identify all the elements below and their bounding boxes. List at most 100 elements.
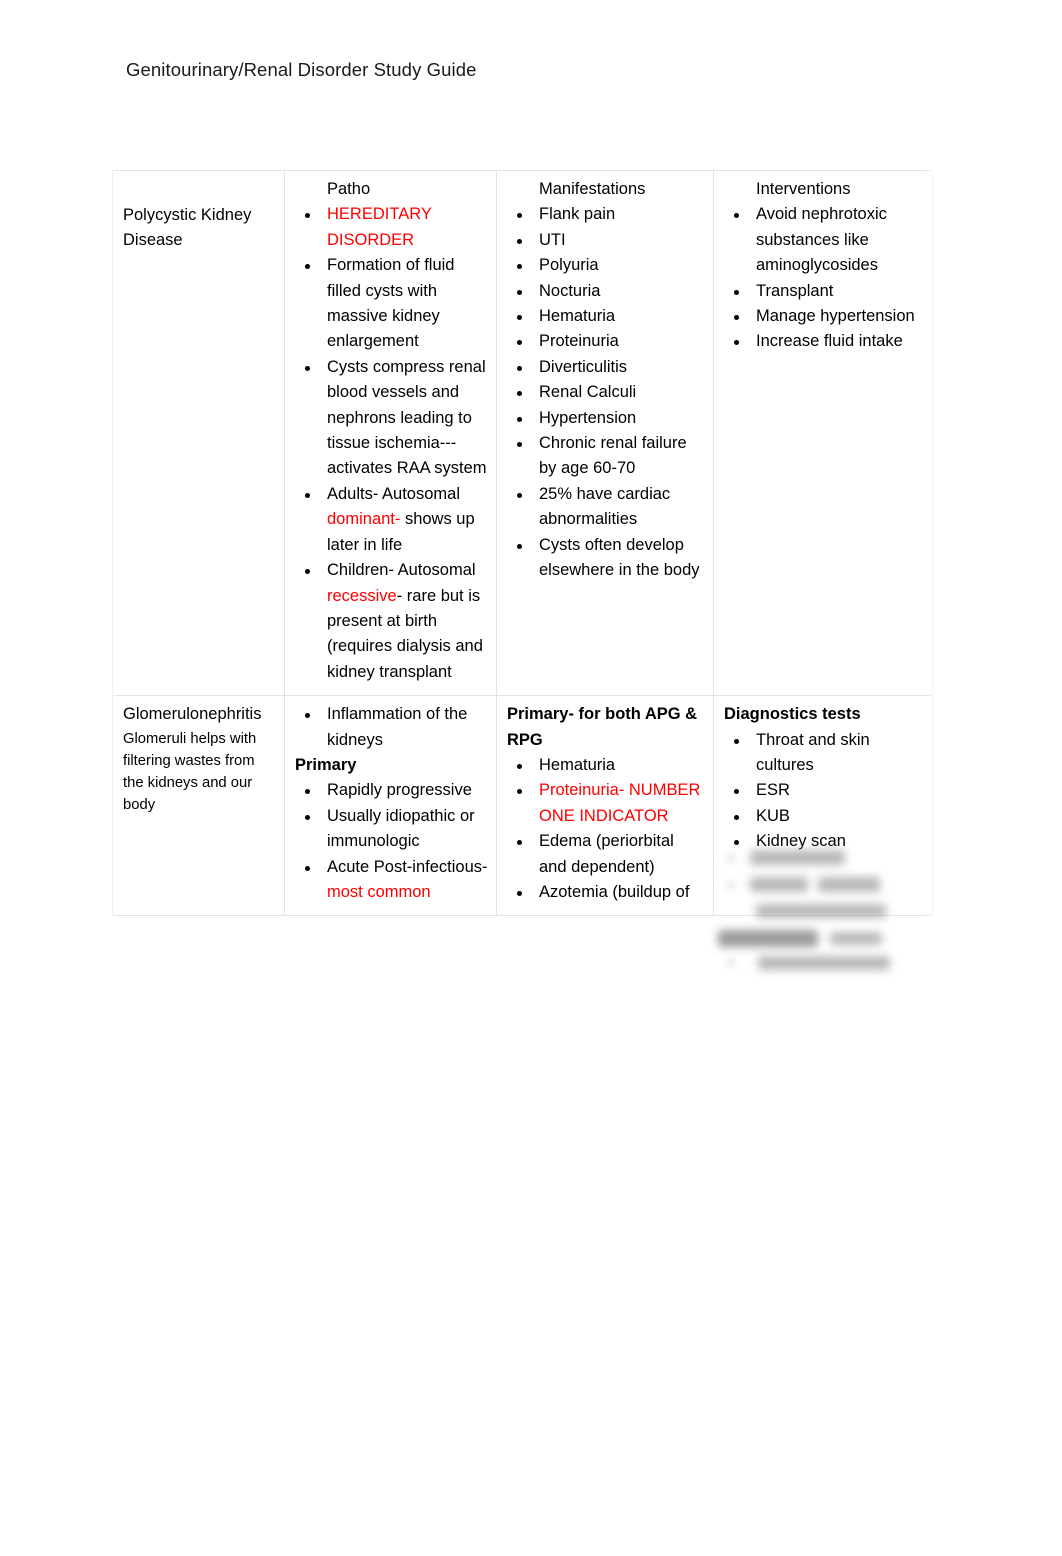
bullet-text: Cysts compress renal blood vessels and n…: [327, 357, 487, 478]
bullet-text: Cysts often develop elsewhere in the bod…: [539, 535, 700, 580]
bullet-text: Adults- Autosomal: [327, 484, 460, 503]
cell-diagnostics: Diagnostics tests Throat and skin cultur…: [713, 695, 933, 971]
cell-patho: Patho HEREDITARY DISORDER Formation of f…: [284, 169, 497, 697]
bullet-text-proteinuria-indicator: Proteinuria- NUMBER ONE INDICATOR: [539, 781, 701, 825]
list-item: UTI: [507, 228, 705, 253]
bullet-text: Renal Calculi: [539, 383, 637, 402]
patho-bullet-list: HEREDITARY DISORDER Formation of fluid f…: [295, 202, 488, 685]
list-item: Nocturia: [507, 279, 705, 304]
list-item: Diverticulitis: [507, 355, 705, 380]
list-item: Manage hypertension: [724, 304, 924, 329]
manifestations-bullet-list: Hematuria Proteinuria- NUMBER ONE INDICA…: [507, 753, 705, 905]
bullet-text: Rapidly progressive: [327, 781, 472, 800]
page-title: Genitourinary/Renal Disorder Study Guide: [126, 59, 477, 80]
patho-lead-bullet-list: Inflammation of the kidneys: [295, 702, 488, 753]
table-row: Polycystic Kidney Disease Patho HEREDITA…: [112, 169, 933, 697]
bullet-emphasis-recessive: recessive: [327, 586, 397, 605]
list-item: Chronic renal failure by age 60-70: [507, 431, 705, 482]
table-row: Glomerulonephritis Glomeruli helps with …: [112, 695, 933, 971]
bullet-text: ESR: [756, 781, 790, 800]
list-item: Rapidly progressive: [295, 778, 488, 803]
bullet-text: Inflammation of the kidneys: [327, 705, 468, 749]
bullet-text: Transplant: [756, 281, 834, 300]
bullet-text: Throat and skin cultures: [756, 730, 870, 774]
list-item: Proteinuria: [507, 329, 705, 354]
list-item: Formation of fluid filled cysts with mas…: [295, 253, 488, 355]
study-guide-table: Polycystic Kidney Disease Patho HEREDITA…: [112, 169, 933, 971]
patho-bullet-list: Rapidly progressive Usually idiopathic o…: [295, 778, 488, 905]
bullet-text: Hematuria: [539, 755, 616, 774]
patho-subheading-primary: Primary: [295, 755, 357, 774]
column-header-manifestations: Manifestations: [539, 180, 646, 198]
bullet-text: Proteinuria: [539, 332, 619, 351]
page-bottom-fade: [0, 1232, 1062, 1292]
list-item: Increase fluid intake: [724, 329, 924, 354]
cell-manifestations: Primary- for both APG & RPG Hematuria Pr…: [496, 695, 714, 917]
list-item: Cysts compress renal blood vessels and n…: [295, 355, 488, 482]
list-item: HEREDITARY DISORDER: [295, 202, 488, 253]
bullet-text: UTI: [539, 230, 566, 249]
bullet-text: Acute Post-infectious-: [327, 857, 488, 876]
list-item: Throat and skin cultures: [724, 728, 924, 779]
bullet-text: Azotemia (buildup of: [539, 882, 690, 901]
list-item: Acute Post-infectious- most common: [295, 855, 488, 906]
bullet-text: Hematuria: [539, 307, 616, 326]
list-item: Usually idiopathic or immunologic: [295, 804, 488, 855]
diagnostics-bullet-list: Throat and skin cultures ESR KUB Kidney …: [724, 728, 924, 855]
list-item: Hypertension: [507, 406, 705, 431]
bullet-text: Chronic renal failure by age 60-70: [539, 434, 687, 478]
bullet-emphasis-most-common: most common: [327, 882, 431, 901]
list-item: Proteinuria- NUMBER ONE INDICATOR: [507, 778, 705, 829]
column-header-interventions: Interventions: [756, 180, 851, 198]
list-item: Edema (periorbital and dependent): [507, 829, 705, 880]
list-item: Adults- Autosomal dominant- shows up lat…: [295, 482, 488, 558]
document-page: Genitourinary/Renal Disorder Study Guide…: [0, 0, 1062, 1556]
bullet-text: Diverticulitis: [539, 357, 628, 376]
list-item: Avoid nephrotoxic substances like aminog…: [724, 202, 924, 278]
bullet-text: Flank pain: [539, 205, 616, 224]
bullet-text: Nocturia: [539, 281, 601, 300]
bullet-text: Increase fluid intake: [756, 332, 903, 351]
bullet-text: 25% have cardiac abnormalities: [539, 484, 671, 529]
list-item: Transplant: [724, 279, 924, 304]
disorder-title: Polycystic Kidney Disease: [123, 206, 252, 250]
bullet-text: KUB: [756, 806, 790, 825]
bullet-emphasis-dominant: dominant-: [327, 510, 401, 529]
list-item: Cysts often develop elsewhere in the bod…: [507, 533, 705, 584]
bullet-text: Hypertension: [539, 408, 637, 427]
obscured-content-region: [718, 846, 923, 976]
list-item: ESR: [724, 778, 924, 803]
header-spacer-col1: [123, 177, 276, 203]
bullet-text-hereditary-disorder: HEREDITARY DISORDER: [327, 205, 432, 249]
column-header-patho: Patho: [327, 180, 371, 198]
bullet-text: Usually idiopathic or immunologic: [327, 806, 475, 851]
bullet-text: Manage hypertension: [756, 307, 915, 326]
bullet-text: Avoid nephrotoxic substances like aminog…: [756, 205, 887, 275]
cell-patho: Inflammation of the kidneys Primary Rapi…: [284, 695, 497, 917]
cell-interventions: Interventions Avoid nephrotoxic substanc…: [713, 169, 933, 697]
interventions-bullet-list: Avoid nephrotoxic substances like aminog…: [724, 202, 924, 354]
bullet-text: Children- Autosomal: [327, 561, 476, 580]
manifestations-subheading: Primary- for both APG & RPG: [507, 705, 698, 749]
bullet-text: Polyuria: [539, 256, 599, 275]
list-item: 25% have cardiac abnormalities: [507, 482, 705, 533]
bullet-text: Edema (periorbital and dependent): [539, 832, 674, 876]
list-item: KUB: [724, 804, 924, 829]
list-item: Renal Calculi: [507, 380, 705, 405]
list-item: Inflammation of the kidneys: [295, 702, 488, 753]
cell-disorder-name: Polycystic Kidney Disease: [112, 169, 285, 697]
list-item: Hematuria: [507, 753, 705, 778]
manifestations-bullet-list: Flank pain UTI Polyuria Nocturia Hematur…: [507, 202, 705, 583]
list-item: Azotemia (buildup of: [507, 880, 705, 905]
bullet-text: Formation of fluid filled cysts with mas…: [327, 256, 455, 351]
list-item: Hematuria: [507, 304, 705, 329]
cell-disorder-name: Glomerulonephritis Glomeruli helps with …: [112, 695, 285, 917]
list-item: Children- Autosomal recessive- rare but …: [295, 558, 488, 685]
list-item: Flank pain: [507, 202, 705, 227]
diagnostics-subheading: Diagnostics tests: [724, 705, 861, 724]
cell-manifestations: Manifestations Flank pain UTI Polyuria N…: [496, 169, 714, 697]
study-guide-table-wrapper: Polycystic Kidney Disease Patho HEREDITA…: [112, 169, 933, 971]
disorder-note: Glomeruli helps with filtering wastes fr…: [123, 730, 257, 813]
list-item: Polyuria: [507, 253, 705, 278]
disorder-title: Glomerulonephritis: [123, 705, 262, 724]
